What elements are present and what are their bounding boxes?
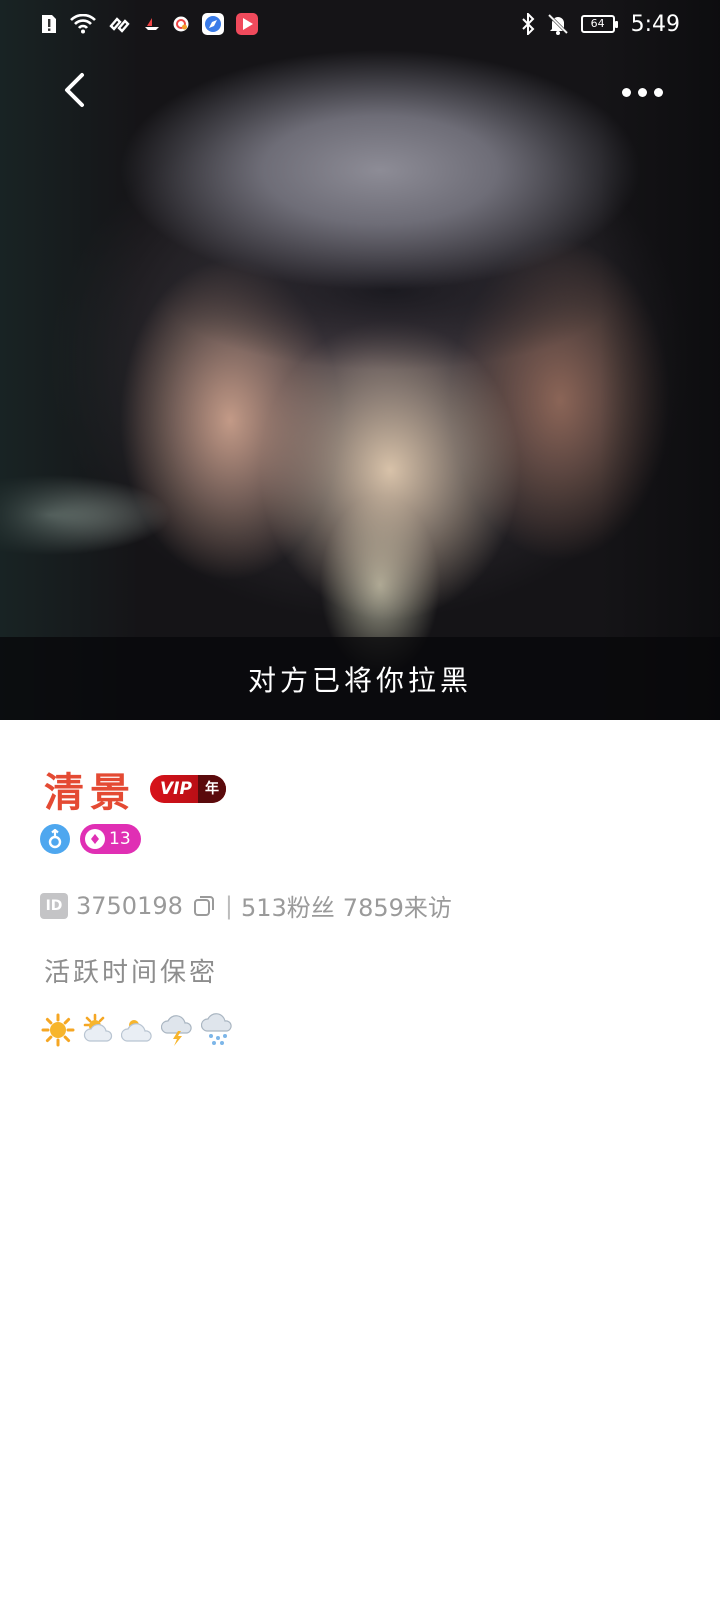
blocked-notice-banner: 对方已将你拉黑 (0, 637, 720, 720)
active-status-text: 活跃时间保密 (44, 958, 219, 988)
more-dot-icon (653, 87, 663, 97)
status-bar-left (40, 12, 258, 36)
copy-icon[interactable] (191, 893, 217, 919)
cloud-icon (120, 1012, 156, 1048)
more-dot-icon (637, 87, 647, 97)
snow-icon (200, 1012, 236, 1048)
blocked-notice-text: 对方已将你拉黑 (247, 663, 472, 697)
video-app-icon (236, 13, 258, 35)
diamond-icon (85, 829, 105, 849)
username: 清景 (44, 770, 136, 816)
vip-label: VIP (160, 779, 192, 799)
chevron-left-icon (65, 73, 84, 107)
status-bar-right: 64 5:49 (521, 12, 680, 37)
alert-icon (40, 12, 58, 36)
vip-badge[interactable]: VIP 年 (150, 775, 226, 803)
browser-app-icon (172, 12, 190, 36)
bluetooth-icon (521, 12, 535, 36)
back-button[interactable] (52, 68, 96, 112)
user-id: 3750198 (76, 891, 183, 920)
wifi-icon (70, 12, 96, 36)
level-badge[interactable]: 13 (80, 824, 141, 854)
sun-icon (40, 1012, 76, 1048)
mute-bell-icon (547, 12, 569, 36)
more-dot-icon (621, 87, 631, 97)
weather-row (40, 1012, 236, 1048)
tag-row: 13 (40, 824, 141, 854)
more-options-button[interactable] (616, 72, 668, 112)
fans-count[interactable]: 513粉丝 (241, 888, 335, 923)
stats-row: ID 3750198 | 513粉丝 7859来访 (40, 888, 452, 923)
id-label-icon: ID (40, 892, 68, 919)
profile-info-section: 清景 VIP 年 13 ID 3750198 | 513粉丝 7859来访 活跃… (0, 720, 720, 1600)
profile-cover-image (0, 0, 720, 720)
compass-app-icon (202, 13, 224, 35)
male-gender-icon (40, 824, 70, 854)
vip-period: 年 (197, 775, 226, 803)
battery-indicator: 64 (580, 15, 618, 33)
name-row: 清景 VIP 年 (44, 760, 226, 818)
link-icon (108, 12, 132, 36)
boat-app-icon (144, 12, 160, 36)
status-bar: 64 5:49 (0, 0, 720, 48)
stats-separator: | (224, 891, 233, 920)
visitors-count[interactable]: 7859来访 (343, 888, 452, 923)
sun-cloud-icon (80, 1012, 116, 1048)
status-time: 5:49 (630, 11, 680, 37)
level-value: 13 (109, 829, 131, 849)
thunder-icon (160, 1012, 196, 1048)
